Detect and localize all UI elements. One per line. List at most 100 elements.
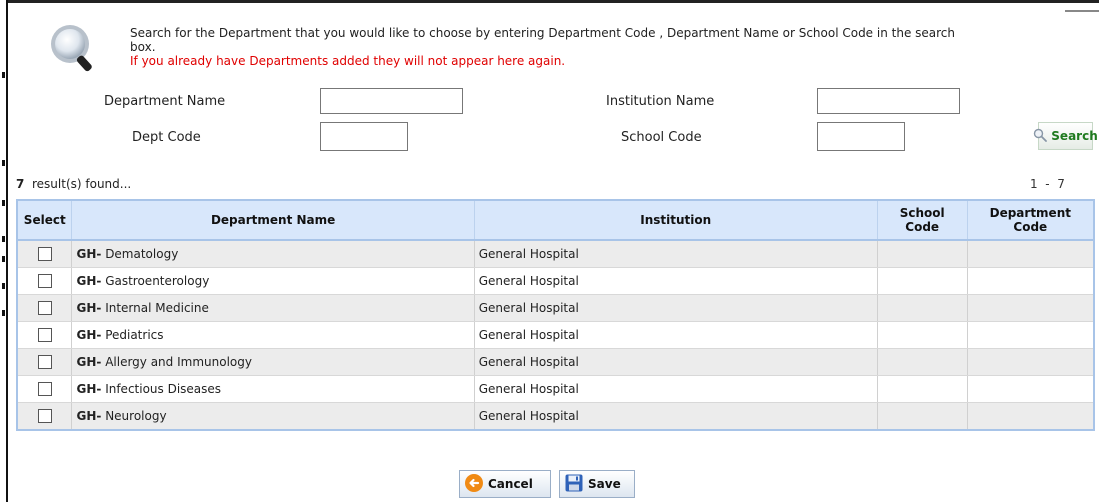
intro-warning: If you already have Departments added th…: [130, 54, 566, 68]
department-prefix: GH-: [76, 328, 102, 342]
school-code-cell: [876, 294, 968, 322]
department-name-cell: GH- Gastroenterology: [71, 267, 475, 295]
school-code-cell: [876, 348, 968, 376]
dept-name-input[interactable]: [320, 88, 463, 114]
department-name-cell: GH- Dematology: [71, 240, 475, 268]
select-cell[interactable]: [17, 267, 72, 295]
department-code-cell: [966, 240, 1094, 268]
results-range: 1 - 7: [1030, 177, 1065, 191]
results-count-text: result(s) found...: [32, 177, 132, 191]
header-department-code[interactable]: Department Code: [966, 200, 1094, 241]
department-prefix: GH-: [76, 247, 102, 261]
floppy-disk-icon: [564, 473, 584, 496]
save-label: Save: [588, 477, 621, 491]
department-code-cell: [966, 375, 1094, 403]
search-label: Search: [1051, 129, 1098, 143]
results-count-number: 7: [16, 177, 25, 191]
intro-line: Search for the Department that you would…: [130, 26, 956, 54]
select-cell[interactable]: [17, 240, 72, 268]
search-button[interactable]: Search: [1034, 122, 1098, 150]
intro-instructions: Search for the Department that you would…: [130, 26, 980, 68]
header-select: Select: [17, 200, 72, 241]
department-prefix: GH-: [76, 409, 102, 423]
institution-cell: General Hospital: [473, 240, 878, 268]
department-prefix: GH-: [76, 301, 102, 315]
department-code-cell: [966, 294, 1094, 322]
department-code-cell: [966, 348, 1094, 376]
save-button[interactable]: Save: [559, 470, 635, 498]
table-row[interactable]: GH- Infectious Diseases General Hospital: [17, 375, 1094, 403]
row-checkbox[interactable]: [37, 409, 52, 424]
school-code-label: School Code: [621, 130, 702, 145]
row-checkbox[interactable]: [37, 382, 52, 397]
institution-cell: General Hospital: [473, 375, 878, 403]
search-icon: [1033, 128, 1048, 145]
department-code-cell: [966, 402, 1094, 431]
school-code-cell: [876, 267, 968, 295]
results-table: Select Department Name Institution Schoo…: [16, 199, 1095, 431]
table-row[interactable]: GH- Pediatrics General Hospital: [17, 321, 1094, 349]
department-code-cell: [966, 267, 1094, 295]
cancel-button[interactable]: Cancel: [459, 470, 551, 498]
department-prefix: GH-: [76, 355, 102, 369]
department-code-cell: [966, 321, 1094, 349]
school-code-cell: [876, 240, 968, 268]
table-row[interactable]: GH- Internal Medicine General Hospital: [17, 294, 1094, 322]
window-top-border: [0, 0, 1099, 3]
row-checkbox[interactable]: [37, 247, 52, 262]
header-department-name[interactable]: Department Name: [71, 200, 475, 241]
frame-tick: [2, 283, 5, 289]
cancel-icon: [464, 473, 484, 496]
row-checkbox[interactable]: [37, 355, 52, 370]
frame-tick: [2, 310, 5, 316]
select-cell[interactable]: [17, 402, 72, 431]
select-cell[interactable]: [17, 375, 72, 403]
dept-code-input[interactable]: [320, 122, 408, 151]
department-name: Internal Medicine: [105, 301, 209, 315]
select-cell[interactable]: [17, 348, 72, 376]
frame-tick: [2, 200, 5, 206]
department-prefix: GH-: [76, 274, 102, 288]
school-code-cell: [876, 375, 968, 403]
table-row[interactable]: GH- Neurology General Hospital: [17, 402, 1094, 431]
dept-name-label: Department Name: [104, 94, 226, 109]
header-institution[interactable]: Institution: [473, 200, 878, 241]
table-header-row: Select Department Name Institution Schoo…: [17, 200, 1094, 241]
window-topright-line: [1065, 10, 1099, 12]
institution-cell: General Hospital: [473, 321, 878, 349]
magnifier-icon: [46, 22, 102, 72]
select-cell[interactable]: [17, 294, 72, 322]
department-name-cell: GH- Internal Medicine: [71, 294, 475, 322]
institution-cell: General Hospital: [473, 267, 878, 295]
school-code-input[interactable]: [817, 122, 905, 151]
dept-code-label: Dept Code: [132, 130, 201, 145]
header-school-code[interactable]: School Code: [876, 200, 968, 241]
school-code-cell: [876, 402, 968, 431]
table-row[interactable]: GH- Dematology General Hospital: [17, 240, 1094, 268]
row-checkbox[interactable]: [37, 301, 52, 316]
row-checkbox[interactable]: [37, 328, 52, 343]
department-name-cell: GH- Allergy and Immunology: [71, 348, 475, 376]
department-name: Dematology: [105, 247, 179, 261]
frame-tick: [2, 160, 5, 166]
department-name-cell: GH- Pediatrics: [71, 321, 475, 349]
table-row[interactable]: GH- Allergy and Immunology General Hospit…: [17, 348, 1094, 376]
frame-tick: [2, 256, 5, 262]
department-name: Allergy and Immunology: [105, 355, 252, 369]
department-name: Neurology: [105, 409, 167, 423]
institution-name-input[interactable]: [817, 88, 960, 114]
department-name: Gastroenterology: [105, 274, 210, 288]
department-name-cell: GH- Infectious Diseases: [71, 375, 475, 403]
row-checkbox[interactable]: [37, 274, 52, 289]
school-code-cell: [876, 321, 968, 349]
select-cell[interactable]: [17, 321, 72, 349]
department-name: Pediatrics: [105, 328, 164, 342]
frame-tick: [2, 72, 5, 78]
department-name-cell: GH- Neurology: [71, 402, 475, 431]
institution-cell: General Hospital: [473, 402, 878, 431]
institution-cell: General Hospital: [473, 348, 878, 376]
department-prefix: GH-: [76, 382, 102, 396]
institution-name-label: Institution Name: [606, 94, 715, 109]
results-count: 7 result(s) found...: [16, 177, 131, 191]
table-row[interactable]: GH- Gastroenterology General Hospital: [17, 267, 1094, 295]
